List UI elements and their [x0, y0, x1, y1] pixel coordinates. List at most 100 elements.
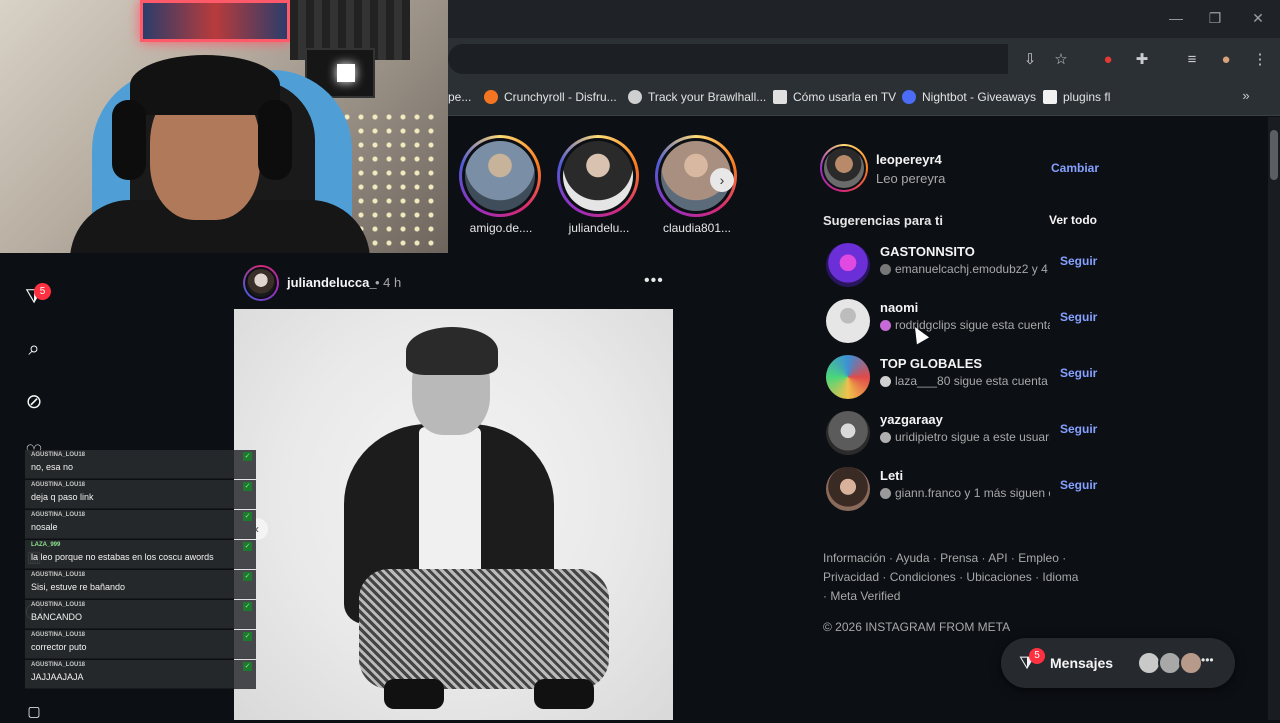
bookmark-item[interactable]: Cómo usarla en TV — [773, 86, 896, 108]
messages-more-icon: ••• — [1201, 653, 1214, 667]
chat-username: AGUSTINA_LOU18 — [31, 632, 86, 638]
footer-links[interactable]: Información · Ayuda · Prensa · API · Emp… — [823, 549, 1083, 606]
suggestion-avatar[interactable] — [826, 411, 870, 455]
chat-text: nosale — [31, 522, 58, 532]
chat-message: AGUSTINA_LOU18 corrector puto ✓ — [25, 630, 256, 659]
follow-button[interactable]: Seguir — [1060, 422, 1097, 436]
follow-button[interactable]: Seguir — [1060, 366, 1097, 380]
story-item[interactable]: juliandelu... — [557, 135, 641, 235]
stream-chat-overlay: AGUSTINA_LOU18 no, esa no ✓ AGUSTINA_LOU… — [25, 450, 256, 689]
chat-message: LAZA_999 la leo porque no estabas en los… — [25, 540, 256, 569]
bookmark-label: Track your Brawlhall... — [648, 90, 767, 104]
bookmark-label: Nightbot - Giveaways — [922, 90, 1037, 104]
suggestion-username[interactable]: Leti — [880, 468, 903, 483]
post-author-avatar[interactable] — [243, 265, 279, 301]
suggestion-avatar[interactable] — [826, 243, 870, 287]
chat-text: deja q paso link — [31, 492, 94, 502]
mutual-avatar-icon — [880, 263, 891, 275]
mutual-avatar-icon — [880, 487, 891, 499]
suggestion-avatar[interactable] — [826, 467, 870, 511]
chat-message: AGUSTINA_LOU18 BANCANDO ✓ — [25, 600, 256, 629]
page-icon — [773, 90, 787, 104]
extensions-icon[interactable]: ✚ — [1132, 50, 1152, 70]
suggestion-username[interactable]: GASTONNSITO — [880, 244, 975, 259]
chat-message: AGUSTINA_LOU18 Sisi, estuve re bañando ✓ — [25, 570, 256, 599]
check-icon: ✓ — [243, 452, 252, 461]
see-all-button[interactable]: Ver todo — [1049, 213, 1097, 227]
bookmark-item[interactable]: plugins fl — [1043, 86, 1110, 108]
current-user-name: Leo pereyra — [876, 171, 946, 186]
check-icon: ✓ — [243, 572, 252, 581]
follow-button[interactable]: Seguir — [1060, 254, 1097, 268]
address-bar[interactable] — [448, 44, 1008, 74]
current-user-username[interactable]: leopereyr4 — [876, 152, 942, 167]
post-timestamp: • 4 h — [375, 275, 402, 290]
post-image[interactable] — [234, 309, 673, 720]
bookmark-item[interactable]: Nightbot - Giveaways — [902, 86, 1036, 108]
chat-text: la leo porque no estabas en los coscu aw… — [31, 552, 214, 562]
minimize-icon[interactable]: — — [1168, 10, 1184, 26]
bookmark-item[interactable]: pe... — [448, 86, 471, 108]
chat-username: AGUSTINA_LOU18 — [31, 452, 86, 458]
suggestion-avatar[interactable] — [826, 299, 870, 343]
scrollbar[interactable] — [1268, 117, 1280, 720]
chat-message: AGUSTINA_LOU18 deja q paso link ✓ — [25, 480, 256, 509]
current-user-avatar[interactable] — [820, 144, 868, 192]
story-username: juliandelu... — [568, 221, 630, 235]
adblock-extension-icon[interactable]: ● — [1098, 50, 1118, 70]
scroll-thumb[interactable] — [1270, 130, 1278, 180]
mutual-avatar-icon — [880, 319, 891, 331]
chat-username: AGUSTINA_LOU18 — [31, 572, 86, 578]
check-icon: ✓ — [243, 662, 252, 671]
suggestion-item: GASTONNSITO emanuelcachj.emodubz2 y 4 Se… — [826, 243, 1106, 287]
suggestions-title: Sugerencias para ti — [823, 213, 943, 228]
close-icon[interactable]: ✕ — [1250, 10, 1266, 26]
profile-avatar-icon[interactable]: ● — [1216, 50, 1236, 70]
suggestion-context: rodridgclips sigue esta cuenta — [880, 318, 1050, 332]
double-chevron-icon[interactable]: » — [1236, 86, 1256, 106]
bookmark-star-icon[interactable]: ☆ — [1051, 50, 1071, 70]
story-next-button[interactable]: › — [710, 168, 734, 192]
search-icon[interactable]: ⌕ — [22, 337, 46, 361]
suggestion-avatar[interactable] — [826, 355, 870, 399]
chat-text: no, esa no — [31, 462, 74, 472]
follow-button[interactable]: Seguir — [1060, 310, 1097, 324]
media-control-icon[interactable]: ≡ — [1182, 50, 1202, 70]
post-author-username[interactable]: juliandelucca_ — [287, 275, 377, 290]
suggestion-item: naomi rodridgclips sigue esta cuenta Seg… — [826, 299, 1106, 343]
folder-icon — [1043, 90, 1057, 104]
crunchyroll-icon — [484, 90, 498, 104]
switch-account-button[interactable]: Cambiar — [1051, 161, 1099, 175]
suggestion-username[interactable]: TOP GLOBALES — [880, 356, 982, 371]
messages-label: Mensajes — [1050, 655, 1114, 671]
check-icon: ✓ — [243, 542, 252, 551]
browser-menu-icon[interactable]: ⋮ — [1250, 50, 1270, 70]
install-app-icon[interactable]: ⇩ — [1020, 50, 1040, 70]
chat-text: JAJJAAJAJA — [31, 672, 84, 682]
more-icon[interactable]: ▢ — [22, 699, 46, 723]
bookmark-item[interactable]: Track your Brawlhall... — [628, 86, 766, 108]
story-avatar — [563, 141, 633, 211]
notification-badge: 5 — [34, 283, 51, 300]
chat-text: BANCANDO — [31, 612, 83, 622]
bookmark-item[interactable]: Crunchyroll - Disfru... — [484, 86, 617, 108]
check-icon: ✓ — [243, 512, 252, 521]
chat-username: AGUSTINA_LOU18 — [31, 662, 86, 668]
compass-icon[interactable]: ⊘ — [22, 390, 46, 414]
chat-message: AGUSTINA_LOU18 nosale ✓ — [25, 510, 256, 539]
suggestion-username[interactable]: naomi — [880, 300, 918, 315]
chat-message: AGUSTINA_LOU18 no, esa no ✓ — [25, 450, 256, 479]
webcam-overlay — [0, 0, 448, 253]
chat-text: corrector puto — [31, 642, 87, 652]
restore-icon[interactable]: ❐ — [1207, 10, 1223, 26]
suggestion-username[interactable]: yazgaraay — [880, 412, 943, 427]
story-item[interactable]: amigo.de.... — [459, 135, 543, 235]
suggestion-context: giann.franco y 1 más siguen e — [880, 486, 1050, 500]
chat-username: LAZA_999 — [31, 542, 61, 548]
post-options-button[interactable]: ••• — [644, 272, 664, 290]
chat-username: AGUSTINA_LOU18 — [31, 512, 86, 518]
follow-button[interactable]: Seguir — [1060, 478, 1097, 492]
suggestion-item: TOP GLOBALES laza___80 sigue esta cuenta… — [826, 355, 1106, 399]
conversation-avatar — [1179, 651, 1203, 675]
chat-text: Sisi, estuve re bañando — [31, 582, 126, 592]
